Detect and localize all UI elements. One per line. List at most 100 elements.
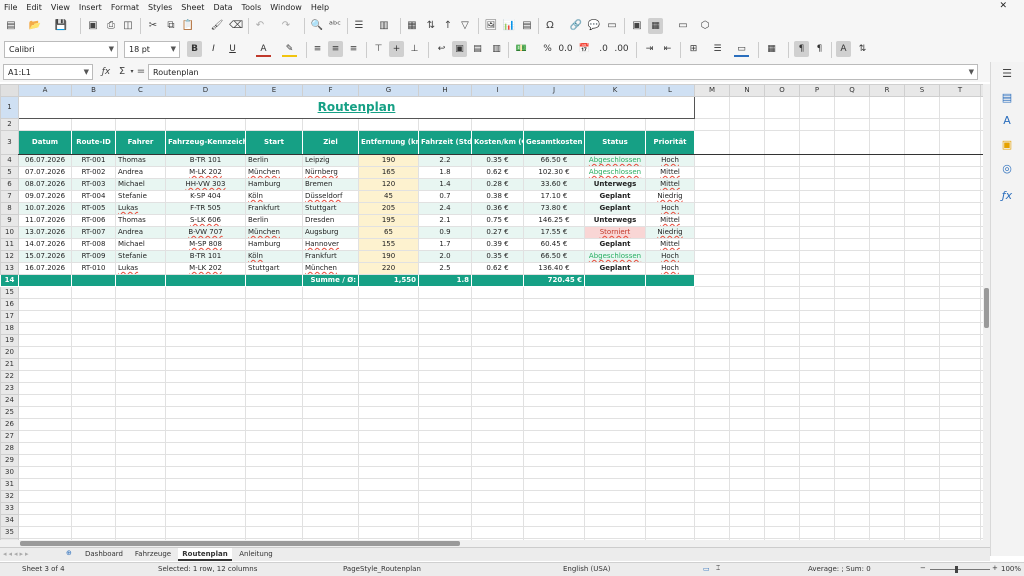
cell[interactable]	[834, 238, 870, 251]
sort-ascending-icon[interactable]: ↑	[441, 19, 455, 33]
delete-decimal-icon[interactable]: .00	[614, 41, 629, 57]
cell[interactable]	[764, 382, 800, 395]
cell[interactable]	[729, 406, 765, 419]
cell[interactable]	[584, 466, 646, 479]
cell[interactable]	[764, 334, 800, 347]
cell[interactable]	[939, 322, 981, 335]
cell[interactable]	[302, 418, 359, 431]
cell[interactable]	[245, 322, 303, 335]
cell[interactable]	[904, 370, 940, 383]
table-cell[interactable]: Köln	[245, 190, 303, 203]
table-cell[interactable]: Dresden	[302, 214, 359, 227]
cell[interactable]	[245, 442, 303, 455]
row-header[interactable]: 28	[0, 442, 19, 455]
cell[interactable]	[71, 346, 116, 359]
cell[interactable]	[764, 358, 800, 371]
cell[interactable]	[584, 490, 646, 503]
cell[interactable]	[904, 322, 940, 335]
cell[interactable]	[799, 130, 835, 155]
cell[interactable]	[523, 334, 585, 347]
cell[interactable]	[471, 490, 524, 503]
cell[interactable]	[939, 442, 981, 455]
cell[interactable]	[939, 190, 981, 203]
cell[interactable]	[418, 370, 472, 383]
merge-center-icon[interactable]: ▣	[452, 41, 467, 57]
cell[interactable]	[645, 430, 695, 443]
cell[interactable]	[165, 442, 246, 455]
cell[interactable]	[523, 358, 585, 371]
summary-cell[interactable]	[115, 274, 166, 287]
cell[interactable]	[584, 418, 646, 431]
wrap-text-icon[interactable]: ↩	[434, 41, 449, 57]
cell[interactable]	[904, 154, 940, 167]
comment-icon[interactable]: 💬	[587, 19, 601, 33]
cell[interactable]	[694, 118, 730, 131]
cell[interactable]	[764, 490, 800, 503]
cell[interactable]	[729, 382, 765, 395]
column-icon[interactable]: ▥	[377, 19, 391, 33]
cell[interactable]	[834, 406, 870, 419]
cell[interactable]	[869, 526, 905, 539]
table-cell[interactable]: Geplant	[584, 238, 646, 251]
cell[interactable]	[904, 346, 940, 359]
cell[interactable]	[358, 382, 419, 395]
cell[interactable]	[18, 514, 72, 527]
column-header-e[interactable]: E	[245, 84, 303, 97]
table-cell[interactable]: RT-001	[71, 154, 116, 167]
cell[interactable]	[939, 502, 981, 515]
table-cell[interactable]: 120	[358, 178, 419, 191]
table-cell[interactable]: Storniert	[584, 226, 646, 239]
cell[interactable]	[834, 502, 870, 515]
autofilter-icon[interactable]: ▽	[458, 19, 472, 33]
table-cell[interactable]: 17.55 €	[523, 226, 585, 239]
text-vertical-icon[interactable]: ⇅	[855, 41, 870, 57]
cell[interactable]	[729, 274, 765, 287]
table-cell[interactable]: 10.07.2026	[18, 202, 72, 215]
cell[interactable]	[834, 430, 870, 443]
print-preview-icon[interactable]: ◫	[121, 19, 135, 33]
cell[interactable]	[834, 298, 870, 311]
column-header-n[interactable]: N	[729, 84, 765, 97]
cell[interactable]	[694, 214, 730, 227]
cell[interactable]	[71, 298, 116, 311]
cell[interactable]	[694, 394, 730, 407]
cell[interactable]	[71, 442, 116, 455]
row-header[interactable]: 26	[0, 418, 19, 431]
table-cell[interactable]: Berlin	[245, 154, 303, 167]
cell[interactable]	[645, 490, 695, 503]
cell[interactable]	[869, 358, 905, 371]
cell[interactable]	[245, 286, 303, 299]
cell[interactable]	[729, 202, 765, 215]
cell[interactable]	[764, 442, 800, 455]
table-cell[interactable]: 06.07.2026	[18, 154, 72, 167]
cell[interactable]	[799, 190, 835, 203]
cell[interactable]	[584, 430, 646, 443]
cell[interactable]	[471, 454, 524, 467]
menu-window[interactable]: Window	[270, 3, 302, 12]
align-middle-icon[interactable]: +	[389, 41, 404, 57]
cell[interactable]	[939, 262, 981, 275]
cell[interactable]	[115, 334, 166, 347]
zoom-slider-handle[interactable]	[955, 566, 958, 573]
cell[interactable]	[523, 406, 585, 419]
cut-icon[interactable]: ✂	[146, 19, 160, 33]
cell[interactable]	[764, 454, 800, 467]
cell[interactable]	[799, 478, 835, 491]
gallery-icon[interactable]: ▣	[999, 137, 1015, 153]
pivot-icon[interactable]: ▤	[520, 19, 534, 33]
cell[interactable]	[764, 298, 800, 311]
cell[interactable]	[584, 478, 646, 491]
cell[interactable]	[694, 418, 730, 431]
cell[interactable]	[869, 514, 905, 527]
cell[interactable]	[869, 214, 905, 227]
cell[interactable]	[694, 96, 730, 119]
vertical-scrollbar[interactable]	[983, 84, 990, 540]
cell[interactable]	[869, 154, 905, 167]
align-left-icon[interactable]: ≡	[310, 41, 325, 57]
cell[interactable]	[799, 214, 835, 227]
cell[interactable]	[799, 406, 835, 419]
border-color-icon[interactable]: ▭	[734, 41, 749, 57]
percent-format-icon[interactable]: %	[540, 41, 555, 57]
cell[interactable]	[115, 526, 166, 539]
cell[interactable]	[834, 262, 870, 275]
